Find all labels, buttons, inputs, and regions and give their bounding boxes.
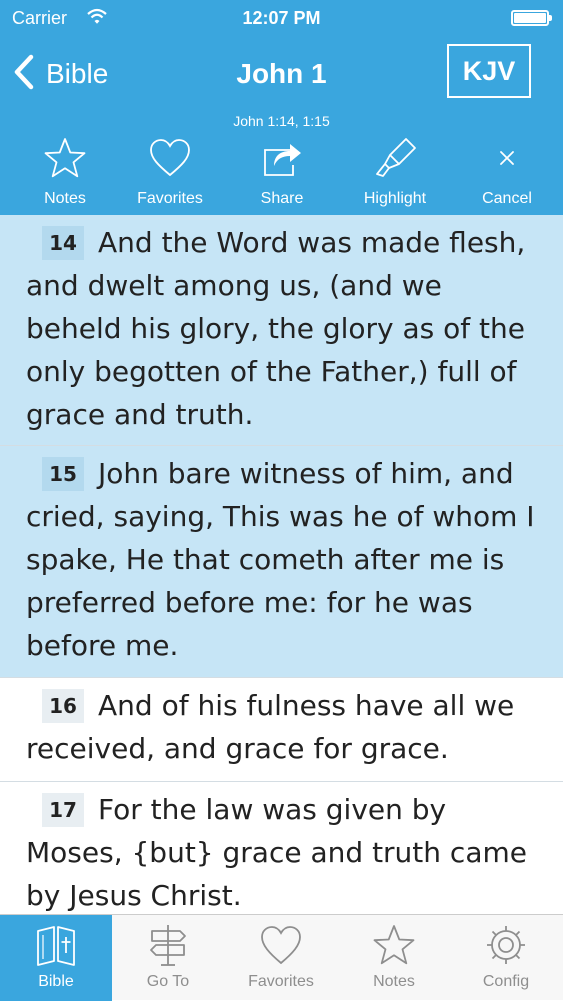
heart-icon [257, 921, 305, 969]
book-icon [32, 921, 80, 969]
highlight-label: Highlight [363, 190, 427, 207]
favorites-label: Favorites [137, 190, 203, 207]
tab-favorites-label: Favorites [248, 973, 314, 990]
verse-number: 17 [42, 793, 84, 827]
tab-goto-label: Go To [146, 973, 190, 990]
cancel-label: Cancel [482, 190, 532, 207]
header: Carrier 12:07 PM Bible John 1 KJV John 1… [0, 0, 563, 215]
verse-item[interactable]: 14 And the Word was made flesh, and dwelt… [0, 215, 563, 446]
tab-bar: Bible Go To Favorites Notes Config [0, 914, 563, 1001]
share-label: Share [260, 190, 304, 207]
tab-notes-label: Notes [373, 973, 415, 990]
tab-config[interactable]: Config [450, 915, 562, 1001]
gear-icon [482, 921, 530, 969]
back-button[interactable]: Bible [12, 54, 108, 94]
version-button[interactable]: KJV [447, 44, 531, 98]
share-button[interactable]: Share [226, 130, 338, 210]
notes-button[interactable]: Notes [9, 130, 121, 210]
tab-goto[interactable]: Go To [112, 915, 224, 1001]
status-time: 12:07 PM [242, 8, 321, 28]
share-icon [258, 134, 306, 182]
battery-icon [511, 10, 552, 26]
verse-text: John bare witness of him, and cried, say… [26, 457, 535, 662]
cancel-button[interactable]: Cancel [451, 130, 563, 210]
verse-number: 15 [42, 457, 84, 491]
highlighter-icon [371, 134, 419, 182]
notes-label: Notes [44, 190, 86, 207]
status-bar: Carrier 12:07 PM [0, 0, 563, 36]
back-label: Bible [46, 58, 109, 89]
signpost-icon [144, 921, 192, 969]
selection-reference: John 1:14, 1:15 [233, 113, 330, 129]
highlight-button[interactable]: Highlight [339, 130, 451, 210]
verse-item[interactable]: 17 For the law was given by Moses, {but} … [0, 782, 563, 914]
tab-bible[interactable]: Bible [0, 915, 112, 1001]
verse-text: For the law was given by Moses, {but} gr… [26, 793, 527, 912]
verse-number: 16 [42, 689, 84, 723]
heart-icon [146, 134, 194, 182]
chevron-left-icon [12, 54, 36, 95]
verse-text: And the Word was made flesh, and dwelt a… [26, 226, 526, 431]
tab-notes[interactable]: Notes [338, 915, 450, 1001]
favorites-button[interactable]: Favorites [114, 130, 226, 210]
verse-text: And of his fulness have all we received,… [26, 689, 515, 765]
star-icon [370, 921, 418, 969]
navigation-bar: Bible John 1 KJV [0, 40, 563, 110]
tab-config-label: Config [482, 973, 530, 990]
tab-bible-label: Bible [38, 973, 74, 990]
verse-number: 14 [42, 226, 84, 260]
tab-favorites[interactable]: Favorites [225, 915, 337, 1001]
close-icon [483, 134, 531, 182]
star-icon [41, 134, 89, 182]
verse-item[interactable]: 16 And of his fulness have all we receive… [0, 678, 563, 782]
verse-list: 14 And the Word was made flesh, and dwelt… [0, 215, 563, 914]
verse-item[interactable]: 15 John bare witness of him, and cried, s… [0, 446, 563, 678]
selection-toolbar: Notes Favorites Share Highlight Cancel [0, 130, 563, 210]
